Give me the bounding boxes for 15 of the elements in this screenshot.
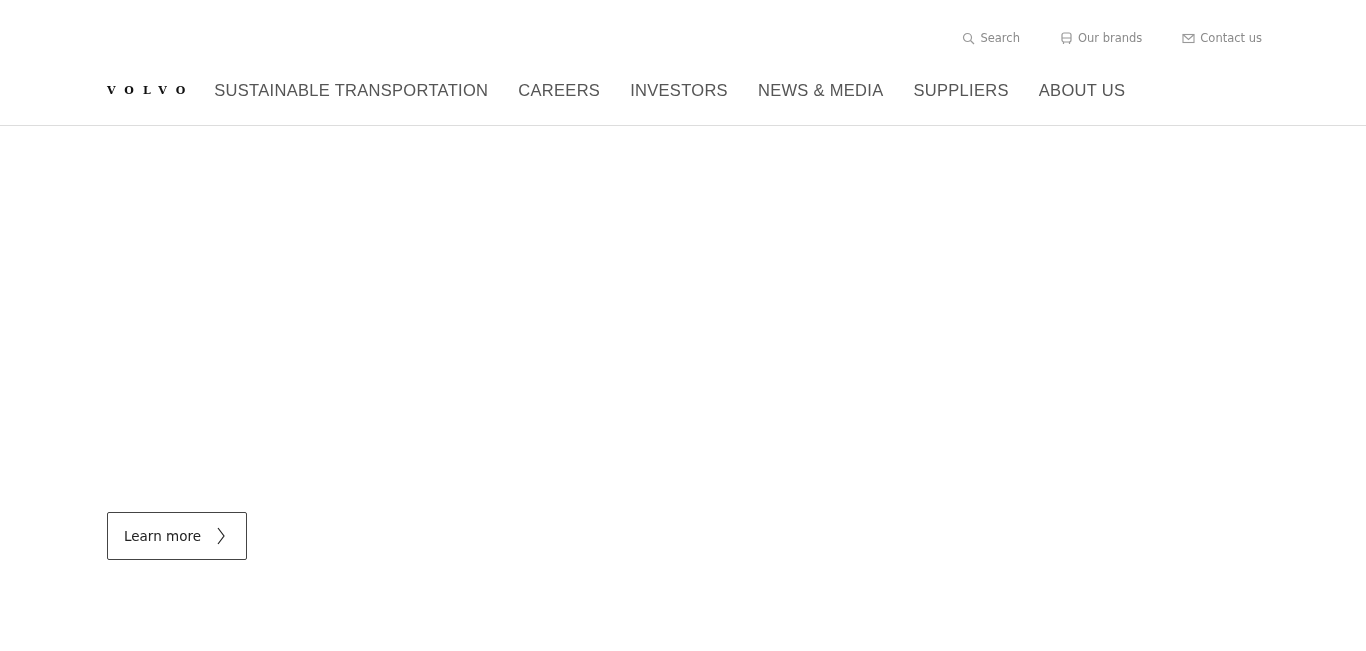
nav-link[interactable]: CAREERS <box>518 81 601 100</box>
nav-link[interactable]: ABOUT US <box>1038 81 1126 100</box>
bus-icon <box>1059 31 1073 45</box>
search-link[interactable]: Search <box>962 30 1020 46</box>
nav-link[interactable]: SUSTAINABLE TRANSPORTATION <box>214 81 489 100</box>
nav-link[interactable]: INVESTORS <box>630 81 728 100</box>
volvo-logo[interactable]: VOLVO <box>107 84 195 97</box>
utility-link[interactable]: Contact us <box>1182 30 1262 46</box>
learn-more-button[interactable]: Learn more <box>107 512 247 560</box>
utility-link[interactable]: Our brands <box>1059 30 1143 46</box>
chevron-right-icon <box>216 527 226 545</box>
envelope-icon <box>1182 31 1196 45</box>
search-icon <box>962 31 976 45</box>
nav-link[interactable]: NEWS & MEDIA <box>757 81 884 100</box>
nav-link[interactable]: SUPPLIERS <box>913 81 1009 100</box>
